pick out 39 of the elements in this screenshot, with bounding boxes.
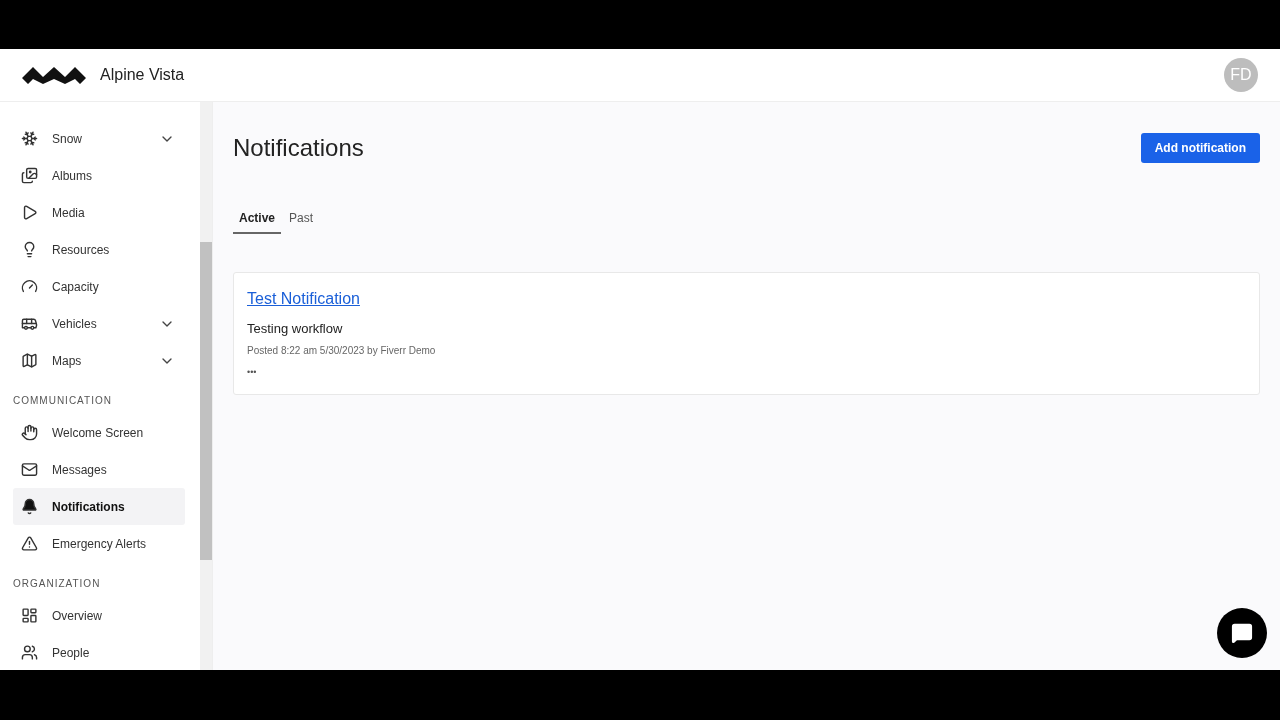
section-heading: ORGANIZATION (13, 577, 102, 591)
warning-icon (21, 535, 38, 552)
notification-title-link[interactable]: Test Notification (247, 290, 360, 307)
hand-icon (21, 424, 38, 441)
sidebar-item[interactable]: Capacity (13, 268, 185, 305)
page-title: Notifications (233, 133, 364, 163)
sidebar-item[interactable]: Overview (13, 597, 185, 634)
play-icon (21, 204, 38, 221)
sidebar-item[interactable]: Emergency Alerts (13, 525, 185, 562)
sidebar-item[interactable]: Messages (13, 451, 185, 488)
sidebar-item[interactable]: Resources (13, 231, 185, 268)
section-heading: COMMUNICATION (13, 394, 113, 408)
images-icon (21, 167, 38, 184)
scrollbar[interactable] (200, 102, 212, 670)
sidebar-item[interactable]: Albums (13, 157, 185, 194)
sidebar-item[interactable]: Welcome Screen (13, 414, 185, 451)
chat-icon (1231, 622, 1253, 644)
more-options-button[interactable]: ••• (247, 367, 257, 377)
logo-icon (22, 64, 86, 86)
sidebar-item[interactable]: Snow (13, 120, 185, 157)
sidebar-item[interactable]: Maps (13, 342, 185, 379)
notification-meta: Posted 8:22 am 5/30/2023 by Fiverr Demo (247, 343, 437, 358)
add-notification-button[interactable]: Add notification (1140, 133, 1260, 163)
sidebar-item[interactable]: Media (13, 194, 185, 231)
people-icon (21, 644, 38, 661)
chat-button[interactable] (1217, 608, 1267, 658)
map-icon (21, 352, 38, 369)
tab[interactable]: Active (233, 204, 282, 234)
tab[interactable]: Past (283, 204, 320, 234)
sidebar-item[interactable]: Vehicles (13, 305, 185, 342)
mail-icon (21, 461, 38, 478)
snowflake-icon (21, 130, 38, 147)
notification-body: Testing workflow (247, 320, 344, 338)
sidebar-item[interactable]: Notifications (13, 488, 185, 525)
dashboard-icon (21, 607, 38, 624)
gauge-icon (21, 278, 38, 295)
sidebar-item[interactable]: People (13, 634, 185, 670)
bell-icon (21, 498, 38, 515)
brand-name: Alpine Vista (100, 65, 185, 85)
